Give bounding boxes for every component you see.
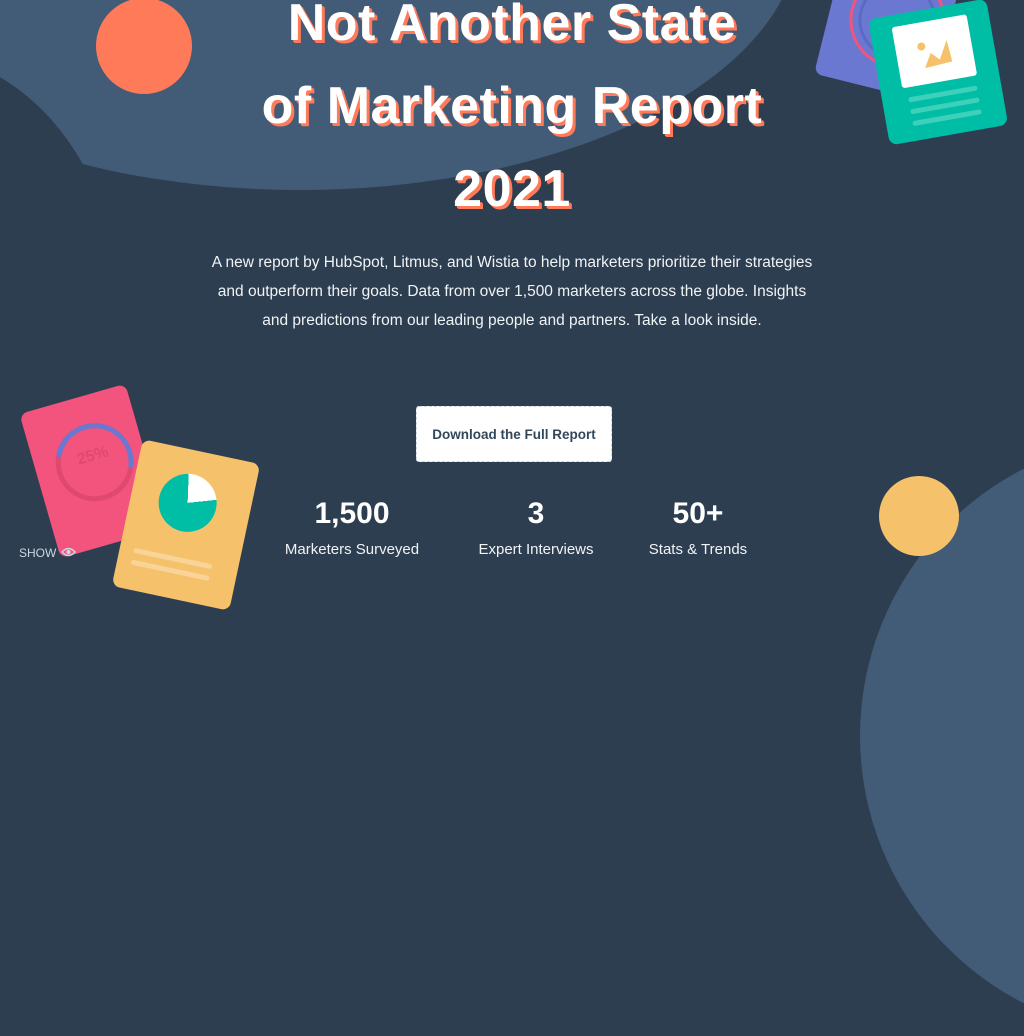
hero-description: A new report by HubSpot, Litmus, and Wis… xyxy=(211,254,813,329)
title-line-3: 2021 xyxy=(453,160,571,218)
download-report-button[interactable]: Download the Full Report xyxy=(416,406,612,462)
stat-value: 3 xyxy=(527,497,545,530)
stat-label: Marketers Surveyed xyxy=(284,541,420,558)
show-toggle[interactable]: SHOW xyxy=(19,546,77,560)
stat-expert-interviews: 3 Expert Interviews xyxy=(446,496,626,563)
page-title: Not Another State of Marketing Report 20… xyxy=(0,0,1024,231)
show-label: SHOW xyxy=(19,546,57,560)
stat-value: 1,500 xyxy=(314,497,390,530)
stat-value: 50+ xyxy=(672,497,724,530)
pie-chart-icon xyxy=(157,472,218,533)
stat-label: Expert Interviews xyxy=(478,541,594,558)
title-line-2: of Marketing Report xyxy=(261,77,763,135)
eye-icon xyxy=(61,546,77,560)
title-line-1: Not Another State xyxy=(287,0,737,52)
stat-label: Stats & Trends xyxy=(648,541,748,558)
stat-marketers-surveyed: 1,500 Marketers Surveyed xyxy=(262,496,442,563)
yellow-circle-decoration xyxy=(879,476,959,556)
stat-stats-trends: 50+ Stats & Trends xyxy=(608,496,788,563)
